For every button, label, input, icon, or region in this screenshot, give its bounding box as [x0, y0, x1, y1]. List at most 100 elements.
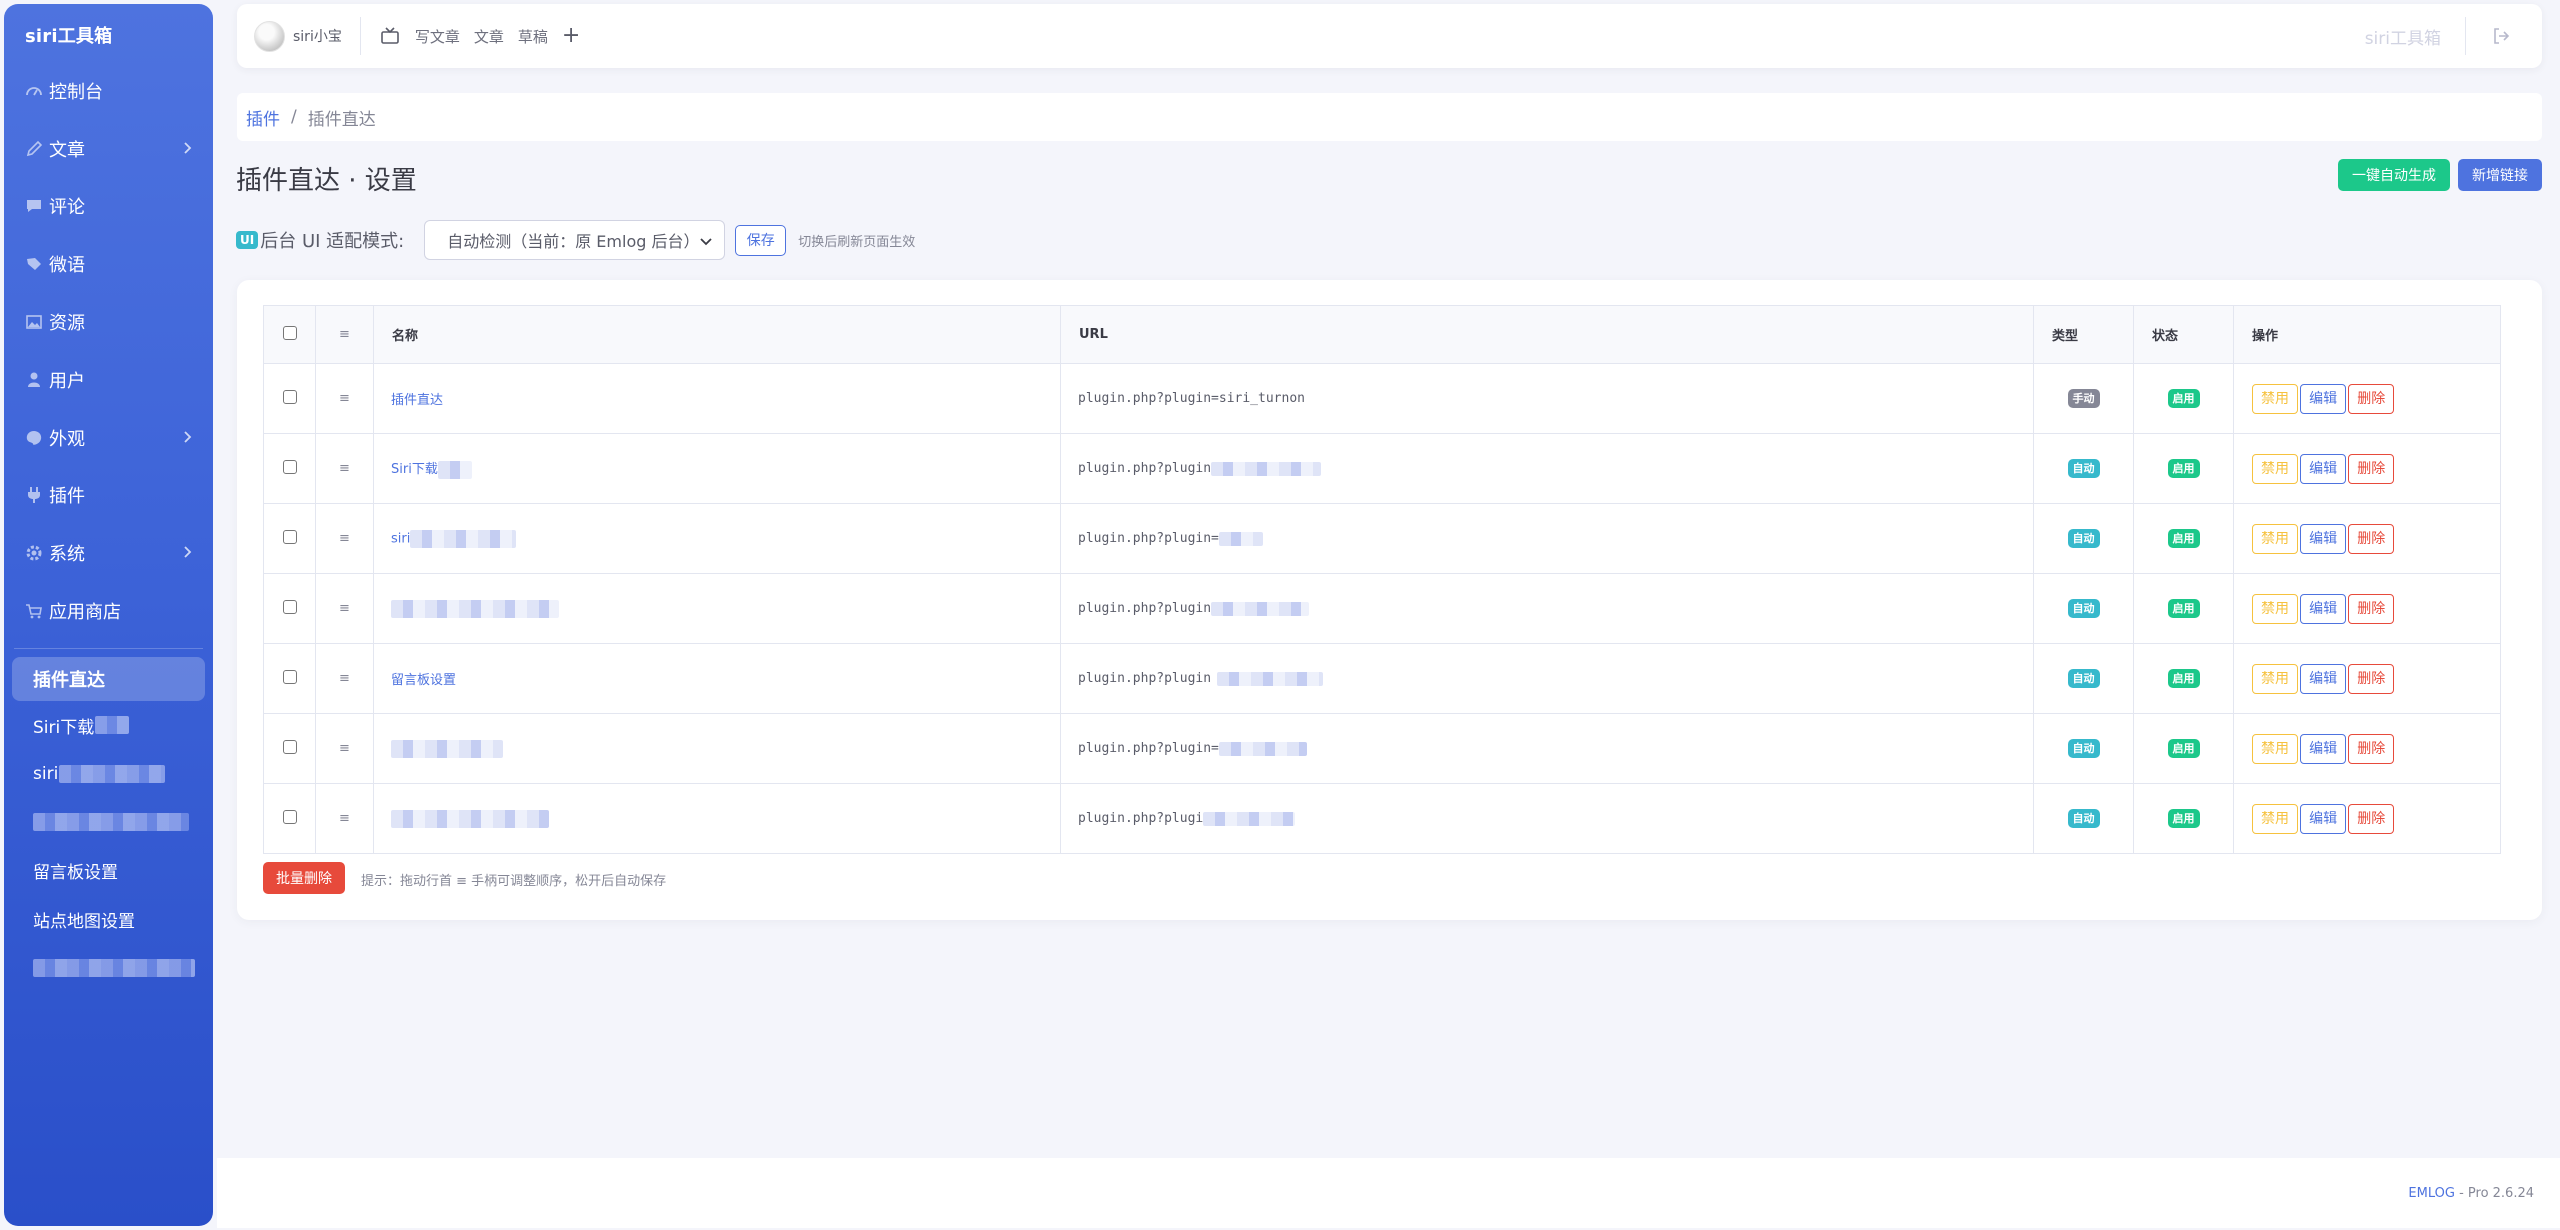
sidebar-sub-item[interactable]: 站点地图设置: [4, 895, 213, 944]
row-name-link[interactable]: [373, 713, 1061, 784]
drag-handle-icon[interactable]: ≡: [315, 783, 374, 854]
edit-button[interactable]: 编辑: [2300, 383, 2347, 414]
disable-button[interactable]: 禁用: [2252, 453, 2298, 484]
edit-button[interactable]: 编辑: [2300, 663, 2347, 694]
sidebar-item-system[interactable]: 系统: [4, 524, 213, 582]
edit-button[interactable]: 编辑: [2300, 453, 2347, 484]
row-checkbox[interactable]: [282, 599, 297, 614]
auto-generate-button[interactable]: 一键自动生成: [2338, 159, 2450, 191]
edit-button[interactable]: 编辑: [2300, 523, 2347, 554]
row-name-link[interactable]: [373, 783, 1061, 854]
disable-button[interactable]: 禁用: [2252, 663, 2298, 694]
row-url-text: plugin.php?plugin: [1078, 601, 1212, 616]
row-checkbox[interactable]: [282, 529, 297, 544]
sidebar-sub-item[interactable]: 留言板设置: [4, 846, 213, 895]
row-checkbox[interactable]: [282, 669, 297, 684]
redacted-text: [410, 529, 517, 548]
drag-handle-icon[interactable]: ≡: [315, 643, 374, 714]
select-all-checkbox[interactable]: [282, 325, 297, 340]
row-name-link[interactable]: 留言板设置: [373, 643, 1061, 714]
chevron-down-icon: [700, 238, 712, 246]
sidebar-sub-active[interactable]: 插件直达: [12, 656, 205, 701]
drag-handle-icon[interactable]: ≡: [315, 363, 374, 434]
delete-button[interactable]: 删除: [2348, 663, 2395, 694]
drag-handle-icon[interactable]: ≡: [315, 503, 374, 574]
row-type-cell: 自动: [2033, 433, 2134, 504]
sidebar-sub-item[interactable]: [4, 798, 213, 847]
sidebar-item-appearance[interactable]: 外观: [4, 409, 213, 467]
sidebar-item-comments[interactable]: 评论: [4, 178, 213, 236]
delete-button[interactable]: 删除: [2348, 593, 2395, 624]
status-badge: 启用: [2167, 809, 2200, 828]
header-status: 状态: [2133, 305, 2234, 364]
avatar[interactable]: [254, 20, 285, 52]
add-link-button[interactable]: 新增链接: [2458, 159, 2542, 191]
row-ops-cell: 禁用 编辑 删除: [2233, 783, 2501, 854]
delete-button[interactable]: 删除: [2348, 383, 2395, 414]
sidebar-brand[interactable]: siri工具箱: [4, 4, 213, 62]
delete-button[interactable]: 删除: [2348, 733, 2395, 764]
row-name-link[interactable]: 插件直达: [373, 363, 1061, 434]
emlog-link[interactable]: EMLOG: [2408, 1186, 2455, 1201]
disable-button[interactable]: 禁用: [2252, 593, 2298, 624]
row-checkbox[interactable]: [282, 389, 297, 404]
edit-button[interactable]: 编辑: [2300, 733, 2347, 764]
disable-button[interactable]: 禁用: [2252, 383, 2298, 414]
add-icon[interactable]: +: [562, 25, 580, 47]
row-name-text: siri: [391, 531, 411, 546]
row-name-text: 留言板设置: [391, 673, 457, 688]
row-status-cell: 启用: [2133, 363, 2234, 434]
redacted-text: [391, 809, 549, 828]
drag-handle-icon[interactable]: ≡: [315, 433, 374, 504]
logout-icon[interactable]: [2490, 25, 2512, 47]
tv-icon[interactable]: [379, 25, 401, 47]
redacted-text: [33, 958, 195, 977]
cart-icon: [23, 600, 45, 622]
sidebar-item-microblog[interactable]: 微语: [4, 235, 213, 293]
sidebar-item-dashboard[interactable]: 控制台: [4, 62, 213, 120]
edit-button[interactable]: 编辑: [2300, 593, 2347, 624]
breadcrumb-parent[interactable]: 插件: [246, 105, 280, 130]
drag-handle-icon[interactable]: ≡: [315, 713, 374, 784]
drag-handle-icon[interactable]: ≡: [315, 573, 374, 644]
sidebar-item-resources[interactable]: 资源: [4, 293, 213, 351]
delete-button[interactable]: 删除: [2348, 453, 2395, 484]
save-button[interactable]: 保存: [735, 224, 787, 256]
sidebar-item-app-store[interactable]: 应用商店: [4, 582, 213, 640]
row-ops-cell: 禁用 编辑 删除: [2233, 643, 2501, 714]
redacted-text: [437, 460, 472, 479]
sidebar-item-articles[interactable]: 文章: [4, 120, 213, 178]
row-name-link[interactable]: [373, 573, 1061, 644]
disable-button[interactable]: 禁用: [2252, 733, 2298, 764]
articles-link[interactable]: 文章: [474, 26, 504, 47]
row-name-link[interactable]: siri: [373, 503, 1061, 574]
row-select-cell: [263, 573, 316, 644]
plug-icon: [23, 484, 45, 506]
sidebar-sub-item[interactable]: Siri下载: [4, 701, 213, 750]
delete-button[interactable]: 删除: [2348, 523, 2395, 554]
status-badge: 启用: [2167, 669, 2200, 688]
batch-delete-button[interactable]: 批量删除: [263, 862, 345, 894]
delete-button[interactable]: 删除: [2348, 803, 2395, 834]
row-checkbox[interactable]: [282, 809, 297, 824]
write-article-link[interactable]: 写文章: [415, 26, 460, 47]
status-badge: 启用: [2167, 599, 2200, 618]
links-table: ≡ 名称 URL 类型 状态 操作 ≡ 插件直达 plugin.php?plug…: [263, 305, 2501, 854]
sidebar-item-plugins[interactable]: 插件: [4, 467, 213, 525]
status-badge: 启用: [2167, 389, 2200, 408]
edit-button[interactable]: 编辑: [2300, 803, 2347, 834]
sidebar-sub-item[interactable]: siri: [4, 749, 213, 798]
sidebar-sub-item[interactable]: [4, 943, 213, 992]
sidebar-item-users[interactable]: 用户: [4, 351, 213, 409]
drafts-link[interactable]: 草稿: [518, 26, 548, 47]
row-checkbox[interactable]: [282, 459, 297, 474]
username[interactable]: siri小宝: [293, 26, 342, 46]
disable-button[interactable]: 禁用: [2252, 803, 2298, 834]
ui-mode-select[interactable]: 自动检测（当前：原 Emlog 后台）: [424, 220, 726, 260]
table-row: ≡ 留言板设置 plugin.php?plugin 自动 启用 禁用 编辑 删除: [263, 643, 2501, 714]
row-checkbox[interactable]: [282, 739, 297, 754]
topbar-brand[interactable]: siri工具箱: [2365, 24, 2441, 49]
row-name-link[interactable]: Siri下载: [373, 433, 1061, 504]
ui-mode-hint: 切换后刷新页面生效: [798, 234, 916, 250]
disable-button[interactable]: 禁用: [2252, 523, 2298, 554]
